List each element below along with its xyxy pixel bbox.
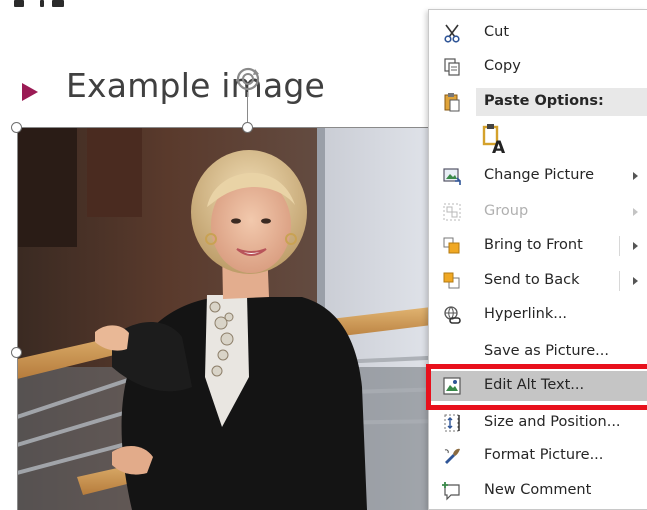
menu-item-group[interactable]: Group [429,197,647,227]
split-button-divider [619,236,620,256]
resize-handle-middle-left[interactable] [11,347,22,358]
menu-item-label: Change Picture [484,167,594,183]
bullet-arrow-icon [22,83,38,101]
callout-highlight-box [426,364,647,410]
paste-options-icon-cell [429,88,476,116]
clipped-text-fragment [14,0,24,7]
resize-handle-top-middle[interactable] [242,122,253,133]
submenu-arrow-icon[interactable] [633,242,638,250]
send-to-back-icon [440,270,464,292]
submenu-arrow-icon [633,208,638,216]
bring-to-front-icon [440,235,464,257]
svg-text:A: A [492,138,506,155]
menu-item-send-to-back[interactable]: Send to Back [429,266,647,296]
selection-outline [17,127,18,510]
context-menu: Cut Copy Paste Options: A Change Picture [428,9,647,510]
menu-item-label: Format Picture... [484,447,604,463]
menu-item-label: New Comment [484,482,592,498]
menu-item-label: Save as Picture... [484,343,609,359]
paste-options-label: Paste Options: [484,93,604,109]
paste-options-header: Paste Options: [476,88,647,116]
menu-item-bring-to-front[interactable]: Bring to Front [429,231,647,261]
menu-item-label: Size and Position... [484,414,621,430]
clipped-text-fragment [40,0,44,7]
hyperlink-icon [440,304,464,326]
menu-item-label: Bring to Front [484,237,583,253]
paste-icon [440,91,464,113]
menu-item-size-and-position[interactable]: Size and Position... [429,408,647,438]
menu-item-label: Copy [484,58,521,74]
new-comment-icon [440,480,464,502]
menu-item-label: Hyperlink... [484,306,568,322]
split-button-divider [619,271,620,291]
slide-picture[interactable] [17,127,448,510]
clipped-text-fragment [52,0,64,7]
selection-outline [17,127,437,128]
slide-title[interactable]: Example image [66,66,325,105]
menu-item-label: Send to Back [484,272,580,288]
menu-item-save-as-picture[interactable]: Save as Picture... [429,337,647,367]
resize-handle-top-left[interactable] [11,122,22,133]
menu-item-new-comment[interactable]: New Comment [429,476,647,506]
menu-item-label: Group [484,203,529,219]
keep-text-only-icon[interactable]: A [481,121,511,158]
scissors-icon [440,22,464,44]
format-picture-icon [440,445,464,467]
copy-icon [440,56,464,78]
menu-item-change-picture[interactable]: Change Picture [429,161,647,191]
change-picture-icon [440,165,464,187]
size-position-icon [440,412,464,434]
menu-item-cut[interactable]: Cut [429,18,647,48]
group-icon [440,201,464,223]
menu-item-hyperlink[interactable]: Hyperlink... [429,300,647,330]
menu-item-copy[interactable]: Copy [429,52,647,82]
menu-item-label: Cut [484,24,509,40]
rotate-handle-icon[interactable] [233,64,263,94]
submenu-arrow-icon [633,172,638,180]
submenu-arrow-icon[interactable] [633,277,638,285]
menu-item-format-picture[interactable]: Format Picture... [429,441,647,471]
